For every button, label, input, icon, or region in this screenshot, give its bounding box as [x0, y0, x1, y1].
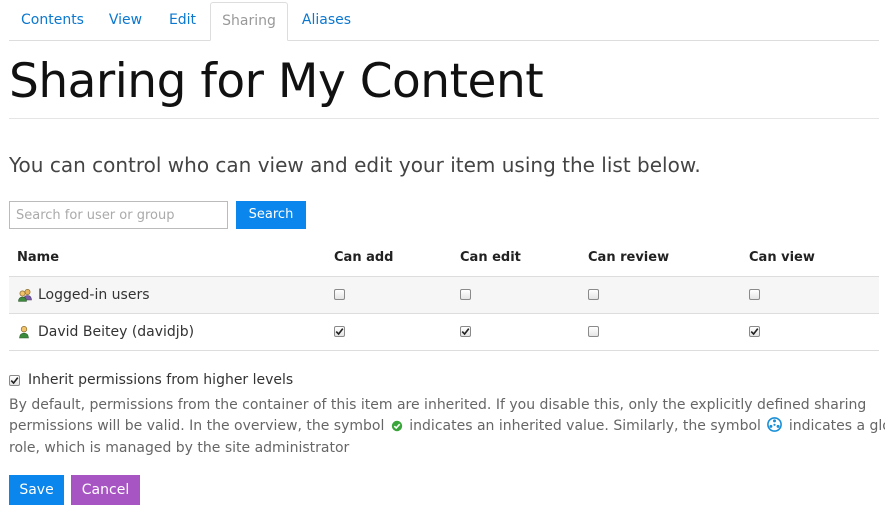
inherit-permissions-label[interactable]: Inherit permissions from higher levels	[28, 372, 293, 388]
help-line: role, which is managed by the site admin…	[9, 440, 350, 456]
table-header: Name Can add Can edit Can review Can vie…	[9, 240, 879, 277]
tab-aliases[interactable]: Aliases	[288, 2, 365, 39]
search-input[interactable]	[9, 201, 228, 229]
inherit-help-text: By default, permissions from the contain…	[9, 395, 885, 459]
checkmark-icon	[10, 376, 19, 384]
tab-view[interactable]: View	[96, 2, 155, 39]
help-text-segment: indicates an inherited value. Similarly,…	[409, 417, 761, 434]
page-title: Sharing for My Content	[9, 54, 544, 109]
content-tabs: Contents View Edit Sharing Aliases	[9, 2, 879, 41]
checkmark-icon	[750, 328, 759, 336]
group-icon	[18, 289, 32, 302]
can-view-checkbox[interactable]	[749, 326, 760, 337]
help-line: permissions will be valid. In the overvi…	[9, 416, 885, 439]
help-text-segment: permissions will be valid. In the overvi…	[9, 417, 385, 434]
title-divider	[9, 118, 879, 119]
column-header-name: Name	[17, 250, 60, 265]
principal-name: David Beitey (davidjb)	[38, 324, 195, 340]
checkmark-icon	[461, 328, 470, 336]
tab-contents[interactable]: Contents	[9, 2, 96, 39]
can-edit-checkbox[interactable]	[460, 326, 471, 337]
global-role-icon	[767, 416, 783, 439]
can-add-checkbox[interactable]	[334, 326, 345, 337]
sharing-table: Name Can add Can edit Can review Can vie…	[9, 240, 879, 351]
tab-edit[interactable]: Edit	[155, 2, 210, 39]
principal-name: Logged-in users	[38, 287, 150, 303]
can-edit-checkbox[interactable]	[460, 289, 471, 300]
table-row: David Beitey (davidjb)	[9, 314, 879, 351]
column-header-can-view: Can view	[749, 250, 815, 265]
column-header-can-edit: Can edit	[460, 250, 521, 265]
help-text-segment: indicates a global	[788, 417, 885, 434]
sharing-page: Contents View Edit Sharing Aliases Shari…	[0, 0, 885, 523]
principal-name-cell: David Beitey (davidjb)	[17, 314, 194, 350]
table-row: Logged-in users	[9, 277, 879, 314]
intro-text: You can control who can view and edit yo…	[9, 153, 701, 177]
can-add-checkbox[interactable]	[334, 289, 345, 300]
help-line: By default, permissions from the contain…	[9, 397, 867, 413]
can-review-checkbox[interactable]	[588, 289, 599, 300]
save-button[interactable]: Save	[9, 475, 64, 505]
can-view-checkbox[interactable]	[749, 289, 760, 300]
principal-name-cell: Logged-in users	[17, 277, 150, 313]
cancel-button[interactable]: Cancel	[71, 475, 140, 505]
inherited-value-icon	[391, 418, 403, 439]
column-header-can-add: Can add	[334, 250, 394, 265]
search-button[interactable]: Search	[236, 201, 306, 229]
column-header-can-review: Can review	[588, 250, 670, 265]
tab-sharing[interactable]: Sharing	[210, 2, 288, 41]
checkmark-icon	[335, 328, 344, 336]
inherit-permissions-field: Inherit permissions from higher levels	[9, 371, 293, 389]
inherit-permissions-checkbox[interactable]	[9, 374, 20, 386]
user-icon	[19, 326, 29, 339]
can-review-checkbox[interactable]	[588, 326, 599, 337]
